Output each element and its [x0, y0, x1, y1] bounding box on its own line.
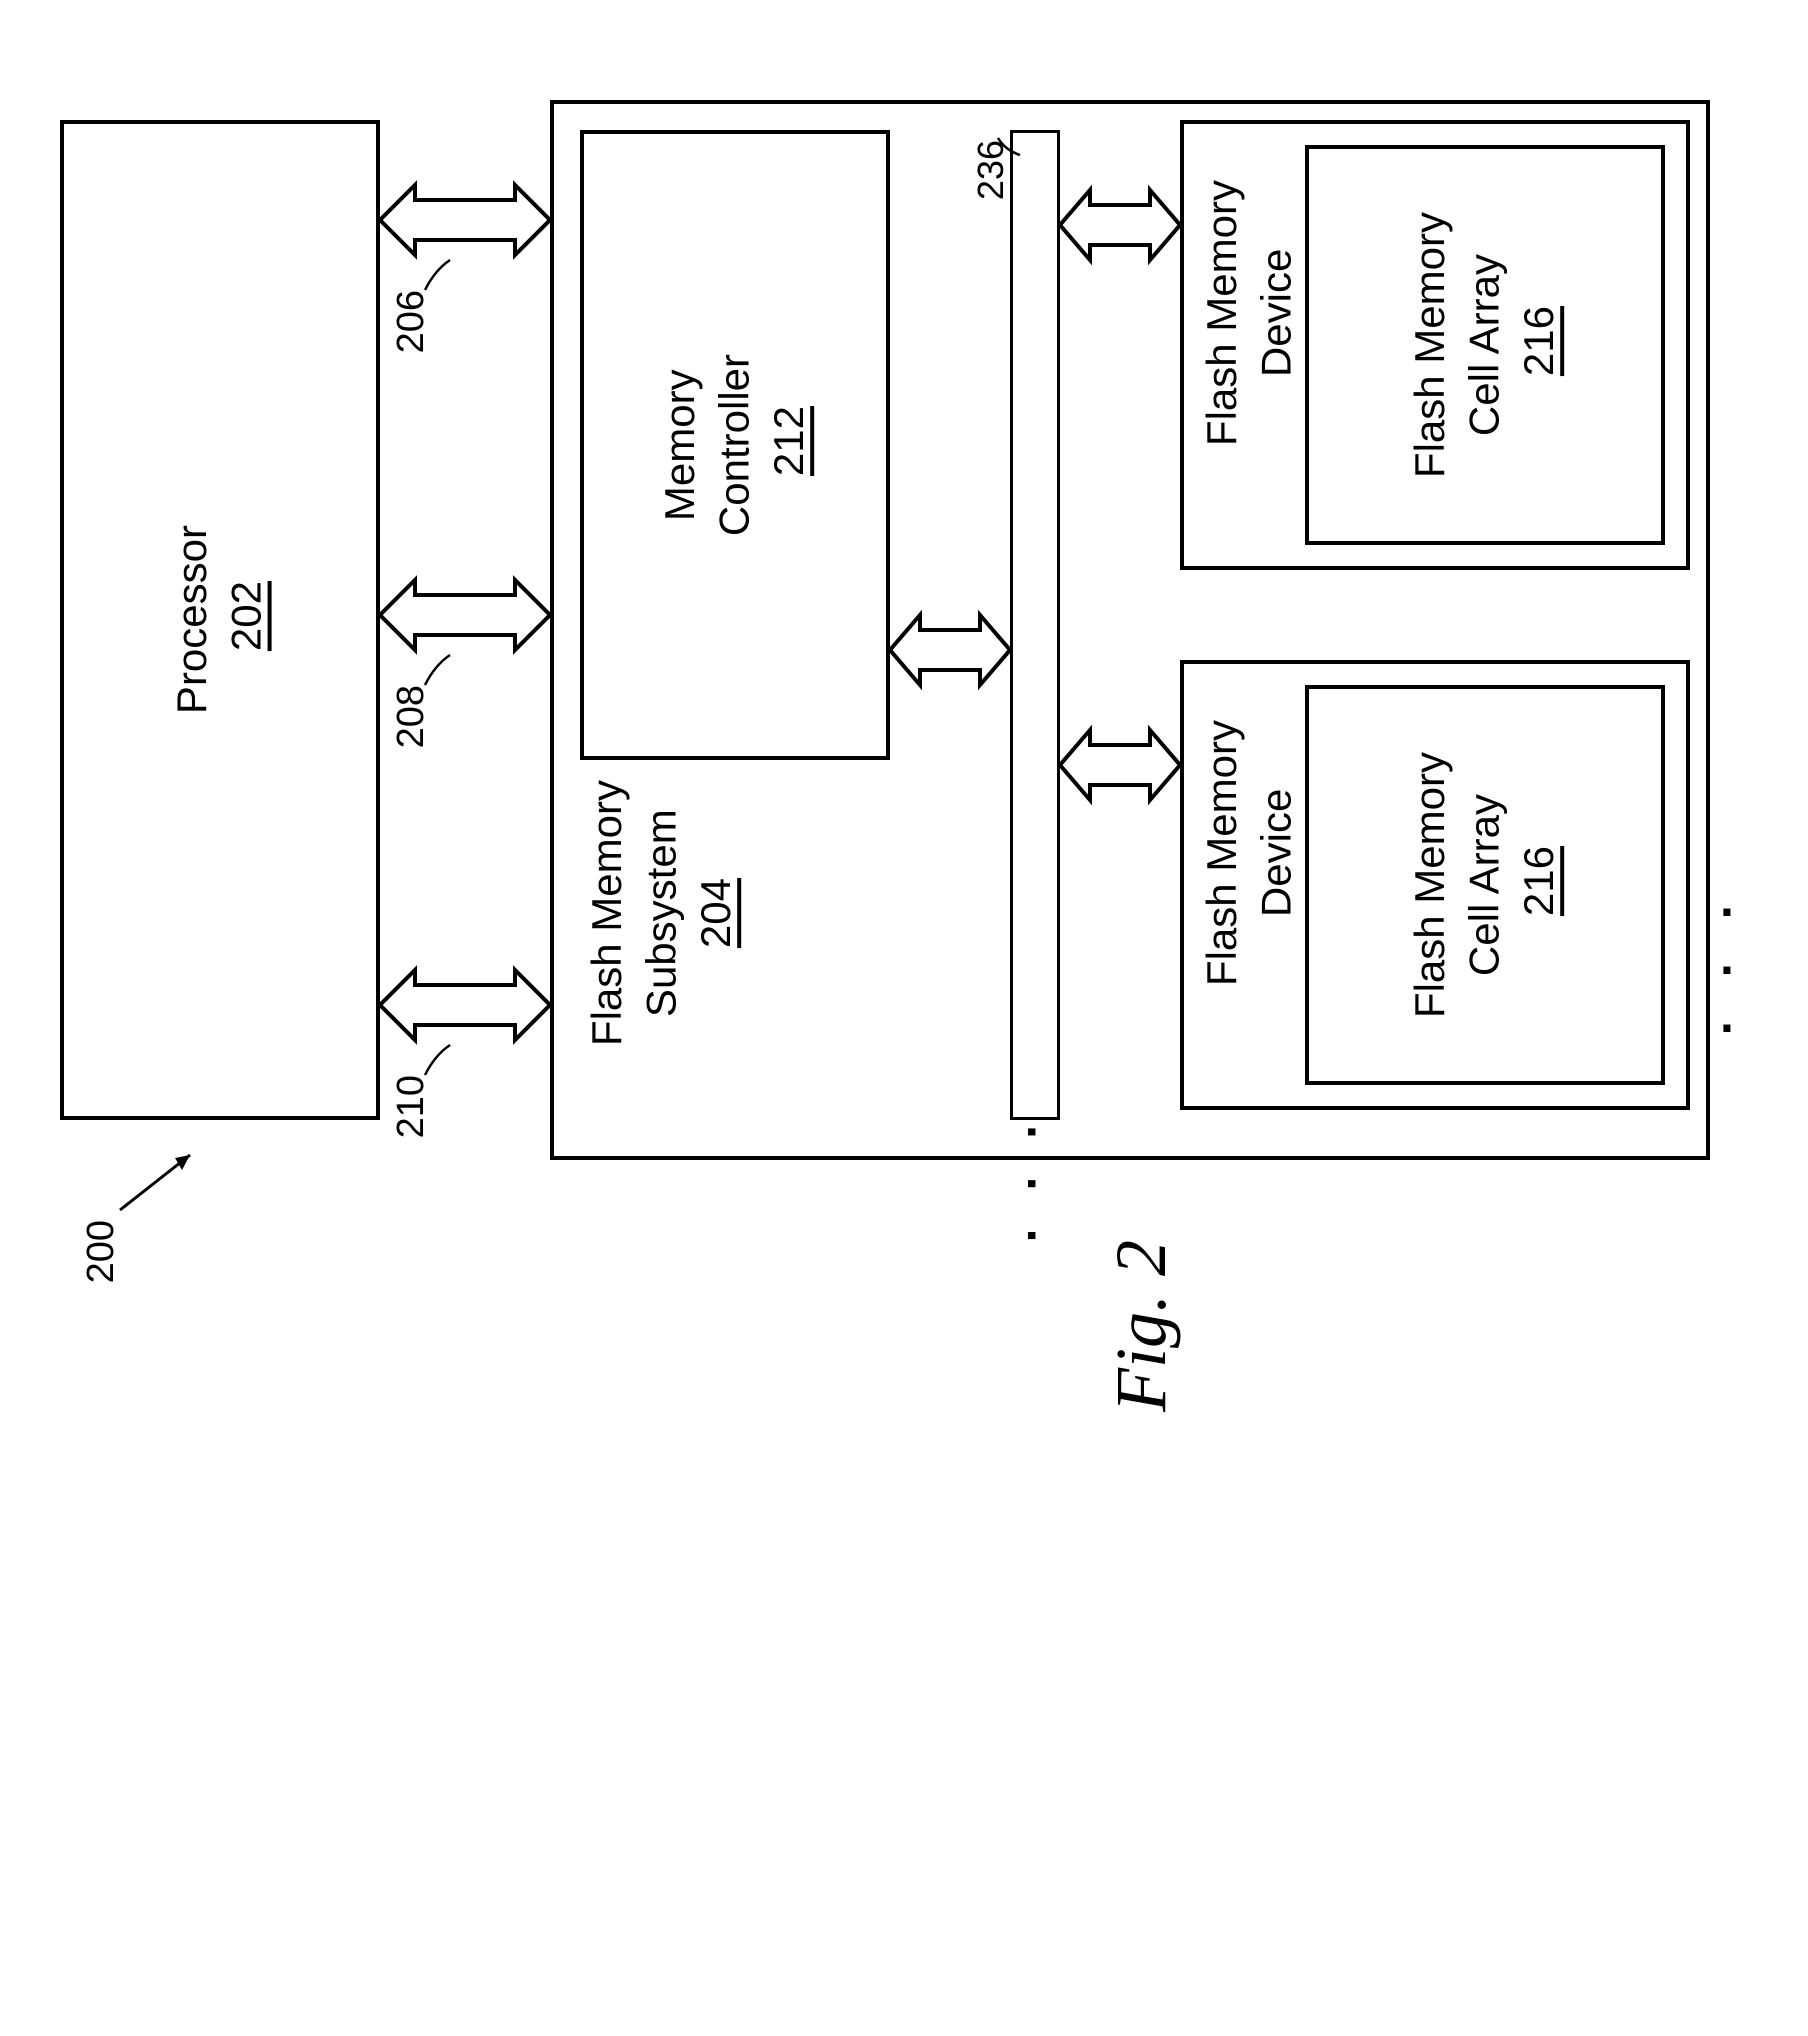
processor-label: Processor 202: [165, 525, 274, 714]
array-label-2: Flash MemoryCell Array 216: [1403, 752, 1567, 1018]
system-ref-arrow: [110, 1140, 210, 1220]
array-block-2: Flash MemoryCell Array 216: [1305, 685, 1665, 1085]
diagram-container: 200 Processor 202 206 208 210 Flash Memo…: [40, 40, 1768, 1996]
device-continuation-dots: ...: [1720, 870, 1746, 1044]
bus-236: [1010, 130, 1060, 1120]
arrow-210: [380, 950, 550, 1060]
ref-210: 210: [390, 1075, 433, 1138]
controller-block: MemoryController 212: [580, 130, 890, 760]
bus-continuation-dots: . . .: [1016, 1125, 1074, 1254]
system-ref-label: 200: [80, 1220, 123, 1283]
arrow-208: [380, 560, 550, 670]
arrow-206: [380, 165, 550, 275]
lead-236: [995, 135, 1025, 165]
array-block-1: Flash MemoryCell Array 216: [1305, 145, 1665, 545]
subsystem-label: Flash MemorySubsystem 204: [580, 780, 744, 1046]
arrow-bus-device2: [1060, 710, 1180, 820]
arrow-controller-bus: [890, 595, 1010, 705]
processor-block: Processor 202: [60, 120, 380, 1120]
figure-caption: Fig. 2: [1100, 1240, 1183, 1412]
ref-206: 206: [390, 290, 433, 353]
lead-210: [420, 1040, 460, 1080]
lead-208: [420, 650, 460, 690]
controller-label: MemoryController 212: [653, 354, 817, 536]
ref-208: 208: [390, 685, 433, 748]
arrow-bus-device1: [1060, 170, 1180, 280]
array-label-1: Flash MemoryCell Array 216: [1403, 212, 1567, 478]
lead-206: [420, 255, 460, 295]
